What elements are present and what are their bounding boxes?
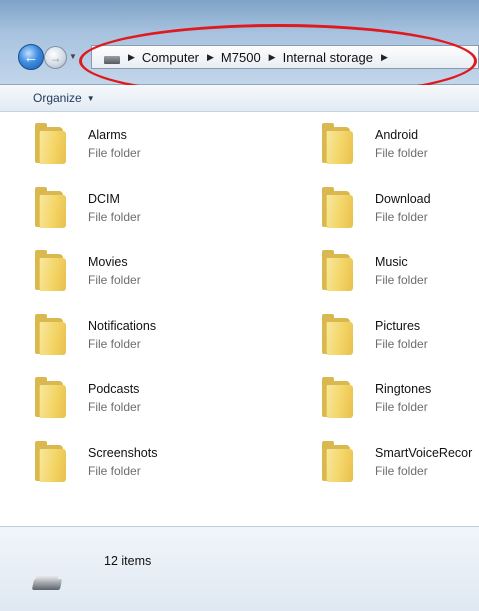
folder-icon [33,313,66,355]
folder-icon [320,249,353,291]
file-type: File folder [88,273,141,287]
organize-menu-button[interactable]: Organize ▼ [33,91,95,105]
file-type: File folder [88,400,141,414]
list-item[interactable]: SmartVoiceRecor File folder [320,440,479,490]
file-type: File folder [88,146,141,160]
list-item[interactable]: Pictures File folder [320,313,479,363]
chevron-down-icon: ▼ [86,93,95,103]
folder-icon [320,440,353,482]
organize-label: Organize [33,91,82,105]
recent-pages-dropdown-icon[interactable]: ▼ [69,52,77,61]
file-type: File folder [375,273,428,287]
file-name: Alarms [88,128,127,142]
file-type: File folder [375,463,428,478]
list-item[interactable]: Notifications File folder [33,313,233,363]
file-type: File folder [88,463,141,478]
back-arrow-icon[interactable]: ← [18,44,44,70]
file-name: SmartVoiceRecor [375,445,473,460]
list-item[interactable]: Screenshots File folder [33,440,233,490]
file-name: DCIM [88,191,120,206]
file-type: File folder [375,336,428,351]
list-item[interactable]: Music File folder [320,249,479,299]
file-type: File folder [375,400,428,414]
folder-icon [33,122,66,164]
folder-icon [33,440,66,482]
file-name: Notifications [88,318,157,333]
folder-icon [33,249,66,291]
list-item[interactable]: Movies File folder [33,249,233,299]
file-type: File folder [375,209,428,224]
folder-icon [33,376,66,418]
folder-icon [320,122,353,164]
list-item[interactable]: DCIM File folder [33,186,233,236]
folder-icon [320,376,353,418]
command-bar: Organize ▼ [0,85,479,112]
list-item[interactable]: Podcasts File folder [33,376,233,426]
list-item[interactable]: Android File folder [320,122,479,172]
file-name: Ringtones [375,382,432,396]
list-item[interactable]: Alarms File folder [33,122,233,172]
explorer-window: ← → ▼ ▶ Computer ▶ M7500 ▶ Internal stor… [0,0,479,611]
item-count: 12 items [104,554,152,568]
file-name: Screenshots [88,445,158,460]
file-name: Pictures [375,318,421,333]
file-list: Alarms File folder Android File folder DCIM F… [0,112,479,525]
file-name: Android [375,128,419,142]
usb-device-icon [31,573,63,593]
forward-arrow-icon[interactable]: → [44,46,67,69]
file-name: Podcasts [88,382,140,396]
file-name: Download [375,191,431,206]
file-type: File folder [88,336,141,351]
list-item[interactable]: Download File folder [320,186,479,236]
file-type: File folder [88,209,141,224]
details-pane: 12 items [0,526,479,611]
folder-icon [320,186,353,228]
file-name: Music [375,255,408,269]
list-item[interactable]: Ringtones File folder [320,376,479,426]
folder-icon [320,313,353,355]
file-type: File folder [375,146,428,160]
file-name: Movies [88,255,128,269]
folder-icon [33,186,66,228]
